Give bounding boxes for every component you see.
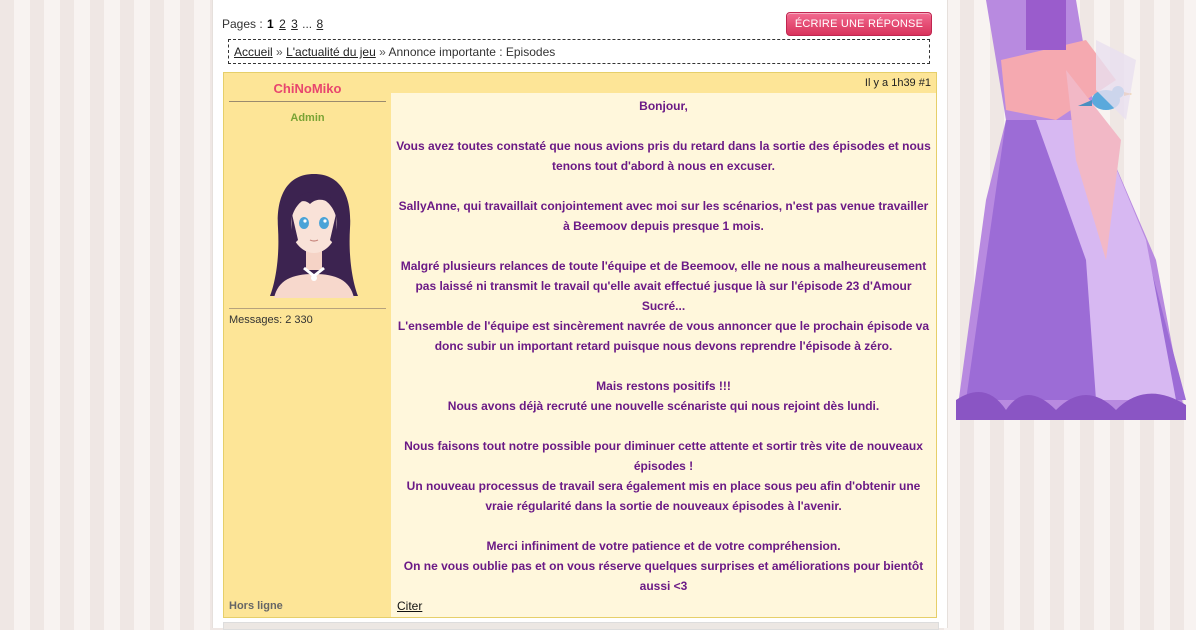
author-avatar[interactable] [268,170,360,298]
pagination-label: Pages : [222,17,263,31]
post-meta: Il y a 1h39 #1 [391,73,936,93]
post-blank-line [395,416,932,436]
post-blank-line [395,116,932,136]
quote-link[interactable]: Citer [397,599,422,613]
write-reply-button[interactable]: ÉCRIRE UNE RÉPONSE [786,12,932,36]
author-message-count: Messages: 2 330 [229,314,313,326]
breadcrumb: Accueil » L'actualité du jeu » Annonce i… [228,39,930,64]
breadcrumb-separator: » [379,45,386,59]
breadcrumb-current: Annonce importante : Episodes [388,45,556,59]
character-illustration [956,0,1186,420]
post-paragraph: Mais restons positifs !!! [596,379,731,393]
post-text: Bonjour, Vous avez toutes constaté que n… [391,93,936,596]
pagination-ellipsis: ... [302,17,313,31]
breadcrumb-forum-link[interactable]: L'actualité du jeu [286,45,376,59]
post-time: Il y a 1h39 [864,77,916,89]
post-author-panel: ChiNoMiko Admin Messages: 2 330 Hors lig… [224,73,391,617]
post-body: Bonjour, Vous avez toutes constaté que n… [391,93,936,617]
post-blank-line [395,236,932,256]
post-paragraph: Bonjour, [639,99,688,113]
author-rank: Admin [290,112,325,124]
pagination-current-page: 1 [267,17,274,31]
forum-post: ChiNoMiko Admin Messages: 2 330 Hors lig… [223,72,937,618]
pagination-last-page[interactable]: 8 [317,17,324,31]
pagination-page-3[interactable]: 3 [291,17,298,31]
pagination: Pages : 1 2 3 ... 8 [222,17,324,31]
author-online-status: Hors ligne [229,600,283,612]
divider [229,308,386,309]
post-paragraph: On ne vous oublie pas et on vous réserve… [403,559,924,593]
post-paragraph: SallyAnne, qui travaillait conjointement… [398,199,929,233]
forum-content: Pages : 1 2 3 ... 8 ÉCRIRE UNE RÉPONSE A… [212,0,948,630]
next-post [223,622,939,630]
post-paragraph: L'ensemble de l'équipe est sincèrement n… [397,319,930,353]
post-blank-line [395,176,932,196]
divider [229,101,386,102]
post-paragraph: Vous avez toutes constaté que nous avion… [396,139,931,173]
post-paragraph: Nous faisons tout notre possible pour di… [404,439,923,473]
pagination-page-2[interactable]: 2 [279,17,286,31]
post-paragraph: Merci infiniment de votre patience et de… [486,539,841,553]
post-permalink[interactable]: #1 [919,77,931,89]
breadcrumb-home-link[interactable]: Accueil [234,45,273,59]
breadcrumb-separator: » [276,45,283,59]
post-paragraph: Un nouveau processus de travail sera éga… [406,479,921,513]
post-paragraph: Nous avons déjà recruté une nouvelle scé… [447,399,880,413]
post-blank-line [395,516,932,536]
post-paragraph: Malgré plusieurs relances de toute l'équ… [400,259,927,313]
post-blank-line [395,356,932,376]
author-name[interactable]: ChiNoMiko [224,81,391,96]
